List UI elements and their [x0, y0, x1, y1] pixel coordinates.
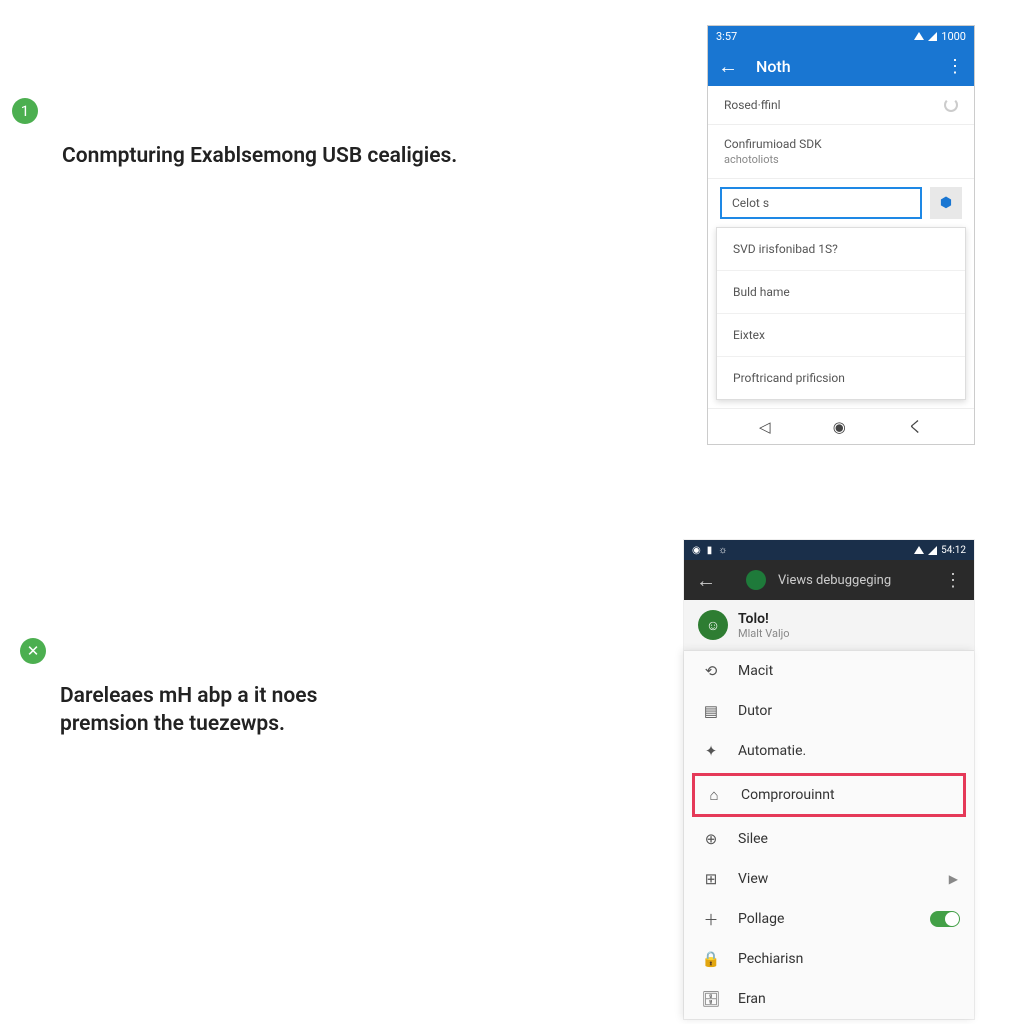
back-arrow-icon[interactable]: ←	[696, 568, 716, 593]
list-item-rosed[interactable]: Rosed·ffinl	[708, 86, 974, 125]
app-avatar-icon	[746, 570, 766, 590]
phone-screenshot-2: ◉ ▮ ☼ 54:12 ← Views debuggeging ⋮ ☺ Tolo…	[684, 540, 974, 1019]
clock-icon: ◉	[692, 545, 701, 556]
status-left-icons: ◉ ▮ ☼	[692, 545, 727, 556]
menu-sheet: ⟲ Macit ▤ Dutor ✦ Automatie. ⌂ Comprorou…	[684, 650, 974, 1019]
signal-icon	[928, 32, 937, 41]
menu-item-pollage[interactable]: ＋ Pollage	[684, 899, 974, 939]
avatar-icon: ☺	[698, 610, 728, 640]
back-arrow-icon[interactable]: ←	[718, 54, 738, 79]
menu-item-silee[interactable]: ⊕ Silee	[684, 819, 974, 859]
overflow-menu-icon[interactable]: ⋮	[946, 56, 964, 77]
dropdown-options-panel: SVD irisfonibad 1S? Buld hame Eixtex Pro…	[716, 227, 966, 400]
notif-icon: ▮	[707, 545, 713, 556]
menu-item-automate[interactable]: ✦ Automatie.	[684, 731, 974, 771]
status-time: 54:12	[941, 545, 966, 556]
list-item-label: Confirumioad SDK	[724, 137, 822, 151]
appbar-title: Views debuggeging	[778, 573, 932, 588]
gear-icon: ✦	[702, 742, 720, 760]
option-item[interactable]: Proftricand prificsion	[717, 357, 965, 399]
list-item-sublabel: achotoliots	[724, 153, 779, 166]
menu-item-pechiarisn[interactable]: 🔒 Pechiarisn	[684, 939, 974, 979]
status-right: 1000	[914, 30, 966, 43]
menu-label: Macit	[738, 663, 773, 679]
menu-item-macit[interactable]: ⟲ Macit	[684, 651, 974, 691]
menu-item-eran[interactable]: 🗄 Eran	[684, 979, 974, 1019]
highlight-frame: ⌂ Comprorouinnt	[692, 773, 966, 817]
grid-icon: ⊞	[702, 870, 720, 888]
step-2-text: Dareleaes mH abp a it noes premsion the …	[60, 682, 380, 739]
nav-bar: ◁ ◉ く	[708, 408, 974, 444]
status-time: 3:57	[716, 30, 737, 43]
menu-label: Silee	[738, 831, 768, 847]
menu-label: Dutor	[738, 703, 772, 719]
shield-icon: ⬢	[940, 195, 952, 211]
overflow-menu-icon[interactable]: ⋮	[944, 570, 962, 591]
menu-label: Pollage	[738, 911, 784, 927]
wifi-icon	[914, 546, 924, 554]
menu-item-view[interactable]: ⊞ View ▶	[684, 859, 974, 899]
dropdown-action-button[interactable]: ⬢	[930, 187, 962, 219]
appbar-title: Noth	[756, 57, 946, 76]
menu-label: Eran	[738, 991, 766, 1007]
contact-header: ☺ Tolo! Mlalt Valjo	[684, 600, 974, 650]
option-item[interactable]: Eixtex	[717, 314, 965, 357]
layers-icon: ⟲	[702, 662, 720, 680]
step-badge-1: 1	[12, 98, 38, 124]
nav-back-icon[interactable]: ◁	[759, 418, 771, 436]
menu-item-component[interactable]: ⌂ Comprorouinnt	[695, 776, 963, 814]
contact-info: Tolo! Mlalt Valjo	[738, 611, 790, 640]
signal-icon	[928, 546, 937, 555]
wifi-icon	[914, 32, 924, 40]
plus-icon: ＋	[702, 910, 720, 928]
status-right: 54:12	[914, 545, 966, 556]
nav-recent-icon[interactable]: く	[908, 416, 923, 437]
menu-item-dutor[interactable]: ▤ Dutor	[684, 691, 974, 731]
menu-label: Pechiarisn	[738, 951, 803, 967]
option-item[interactable]: SVD irisfonibad 1S?	[717, 228, 965, 271]
step-badge-2: ✕	[20, 638, 46, 664]
contact-name: Tolo!	[738, 611, 790, 627]
list-item-label: Rosed·ffinl	[724, 98, 780, 112]
menu-label: View	[738, 871, 768, 887]
dropdown-field[interactable]: Celot s	[720, 187, 922, 219]
option-item[interactable]: Buld hame	[717, 271, 965, 314]
list-icon: ▤	[702, 702, 720, 720]
chevron-right-icon: ▶	[949, 872, 958, 886]
phone-screenshot-1: 3:57 1000 ← Noth ⋮ Rosed·ffinl Confirumi…	[707, 25, 975, 445]
list-item-sdk[interactable]: Confirumioad SDK achotoliots	[708, 125, 974, 179]
globe-icon: ⊕	[702, 830, 720, 848]
status-bar: ◉ ▮ ☼ 54:12	[684, 540, 974, 560]
notif-icon: ☼	[718, 545, 727, 556]
app-bar: ← Views debuggeging ⋮	[684, 560, 974, 600]
lock-icon: 🔒	[702, 950, 720, 968]
app-bar: ← Noth ⋮	[708, 46, 974, 86]
dropdown-row: Celot s ⬢	[708, 179, 974, 227]
home-icon: ⌂	[705, 786, 723, 804]
contact-sub: Mlalt Valjo	[738, 627, 790, 640]
dropdown-value: Celot s	[732, 196, 769, 210]
menu-label: Comprorouinnt	[741, 787, 835, 803]
step-1-text: Conmpturing Exablsemong USB cealigies.	[62, 142, 457, 170]
nav-home-icon[interactable]: ◉	[833, 418, 846, 436]
briefcase-icon: 🗄	[702, 990, 720, 1008]
menu-label: Automatie.	[738, 743, 806, 759]
toggle-switch[interactable]	[930, 911, 960, 927]
spinner-icon	[944, 98, 958, 112]
battery-text: 1000	[941, 30, 966, 43]
status-bar: 3:57 1000	[708, 26, 974, 46]
